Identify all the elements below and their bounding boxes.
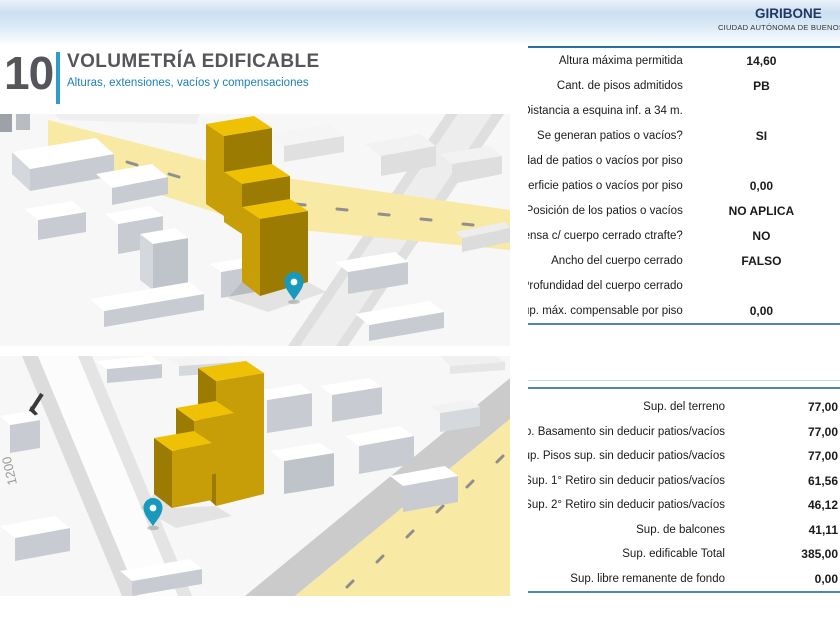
param-label: Cant. de pisos admitidos — [556, 79, 683, 92]
surfaces-table: Sup. del terreno 77,00 Sup. Basamento sin… — [528, 387, 840, 593]
param-label: Altura máxima permitida — [558, 54, 683, 67]
surface-value: 61,56 — [807, 473, 838, 488]
header-title: GIRIBONE — [755, 6, 822, 21]
surface-value: 41,11 — [808, 522, 838, 537]
table-row: Ancho del cuerpo cerrado FALSO — [528, 248, 840, 273]
surface-label: Sup. Pisos sup. sin deducir patios/vacío… — [528, 450, 725, 463]
param-label: Profundidad del cuerpo cerrado — [528, 279, 683, 292]
surface-value: 77,00 — [807, 424, 838, 439]
table-row: Se generan patios o vacíos? SI — [528, 123, 840, 148]
param-value: 0,00 — [749, 178, 774, 193]
table-row: Sup. máx. compensable por piso 0,00 — [528, 298, 840, 323]
table-row: Profundidad del cuerpo cerrado — [528, 273, 840, 298]
page-title: VOLUMETRÍA EDIFICABLE — [67, 51, 320, 72]
param-value: SI — [755, 128, 768, 143]
surface-value: 385,00 — [801, 547, 838, 562]
surface-label: Sup. 1° Retiro sin deducir patios/vacíos — [528, 474, 725, 487]
table-row: Sup. del terreno 77,00 — [528, 395, 840, 420]
surface-label: Sup. de balcones — [636, 523, 725, 536]
param-value: 0,00 — [749, 303, 774, 318]
section-divider-bar — [56, 52, 60, 104]
table-row: Sup. 1° Retiro sin deducir patios/vacíos… — [528, 469, 840, 494]
param-value: NO APLICA — [728, 203, 795, 218]
surface-value: 77,00 — [807, 449, 838, 464]
table-row: Sup. Basamento sin deducir patios/vacíos… — [528, 420, 840, 445]
param-value: 14,60 — [746, 53, 777, 68]
surface-label: Sup. libre remanente de fondo — [570, 572, 725, 585]
param-label: Sup. máx. compensable por piso — [528, 304, 683, 317]
map-3d-view-bottom: 1200 — [0, 356, 510, 596]
table-row: Sup. edificable Total 385,00 — [528, 542, 840, 567]
table-row: Compensa c/ cuerpo cerrado ctrafte? NO — [528, 223, 840, 248]
parameters-table: Altura máxima permitida 14,60 Cant. de pi… — [528, 46, 840, 325]
table-row: Altura máxima permitida 14,60 — [528, 48, 840, 73]
table-separator-line — [528, 380, 840, 381]
surface-value: 77,00 — [807, 400, 838, 415]
param-value: PB — [753, 78, 770, 93]
param-label: Cantidad de patios o vacíos por piso — [528, 154, 683, 167]
surface-label: Sup. del terreno — [643, 401, 725, 414]
surface-label: Sup. edificable Total — [622, 548, 725, 561]
surface-value: 0,00 — [814, 571, 838, 586]
param-label: Compensa c/ cuerpo cerrado ctrafte? — [528, 229, 683, 242]
table-row: Posición de los patios o vacíos NO APLICA — [528, 198, 840, 223]
param-label: Ancho del cuerpo cerrado — [551, 254, 683, 267]
table-row: Sup. Pisos sup. sin deducir patios/vacío… — [528, 444, 840, 469]
surface-label: Sup. 2° Retiro sin deducir patios/vacíos — [528, 499, 725, 512]
table-row: Cant. de pisos admitidos PB — [528, 73, 840, 98]
table-row: Cantidad de patios o vacíos por piso — [528, 148, 840, 173]
param-value: FALSO — [741, 253, 782, 268]
header-subtitle: CIUDAD AUTÓNOMA DE BUENOS AIRES — [718, 23, 840, 32]
table-row: Distancia a esquina inf. a 34 m. — [528, 98, 840, 123]
table-row: Sup. libre remanente de fondo 0,00 — [528, 567, 840, 592]
param-value: NO — [752, 228, 771, 243]
surface-label: Sup. Basamento sin deducir patios/vacíos — [528, 425, 725, 438]
section-number: 10 — [4, 47, 54, 99]
param-label: Distancia a esquina inf. a 34 m. — [528, 104, 683, 117]
table-row: Superficie patios o vacíos por piso 0,00 — [528, 173, 840, 198]
sky-gradient-band — [0, 0, 840, 46]
param-label: Se generan patios o vacíos? — [537, 129, 683, 142]
table-row: Sup. 2° Retiro sin deducir patios/vacíos… — [528, 493, 840, 518]
table-row: Sup. de balcones 41,11 — [528, 518, 840, 543]
param-label: Superficie patios o vacíos por piso — [528, 179, 683, 192]
param-label: Posición de los patios o vacíos — [528, 204, 683, 217]
map-3d-view-top — [0, 114, 510, 346]
page-subtitle: Alturas, extensiones, vacíos y compensac… — [67, 77, 309, 89]
surface-value: 46,12 — [807, 498, 838, 513]
